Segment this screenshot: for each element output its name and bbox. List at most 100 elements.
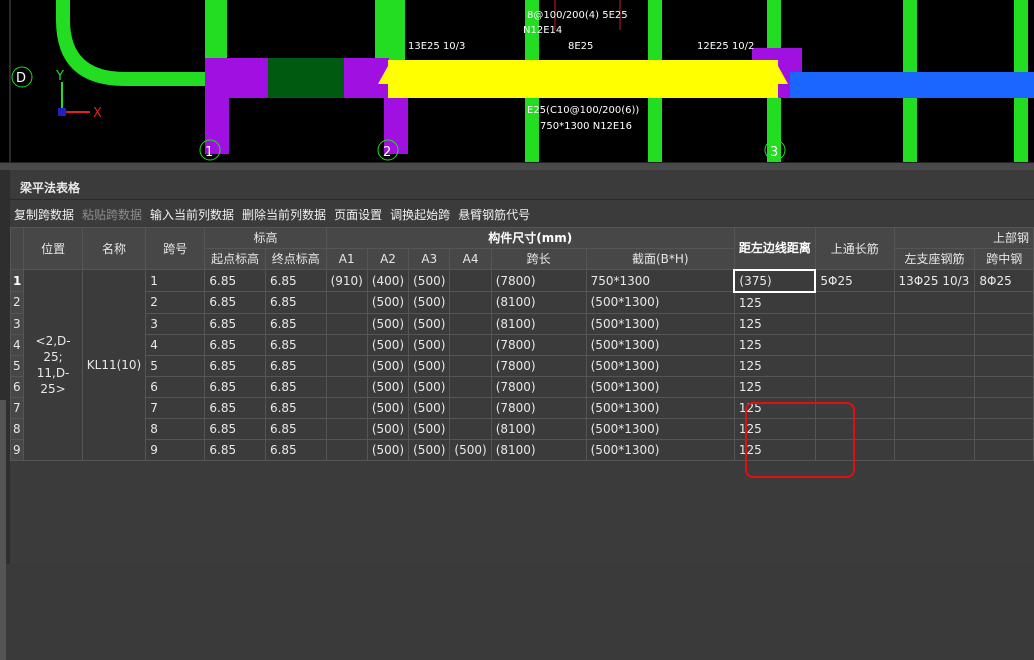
section-cell[interactable]: (500*1300) xyxy=(585,396,735,419)
a3-cell[interactable]: (500) xyxy=(408,333,451,356)
table-row[interactable]: 2 2 6.85 6.85 (500) (500) (8100) (500*1300) 125 xyxy=(10,291,1034,314)
span-length-cell[interactable]: (8100) xyxy=(490,417,587,440)
a1-cell[interactable] xyxy=(325,417,368,440)
delete-column-data-button[interactable]: 删除当前列数据 xyxy=(238,206,330,223)
top-through-rebar-cell[interactable] xyxy=(814,312,895,335)
position-cell[interactable]: <2,D-25; 11,D-25> xyxy=(23,269,83,461)
a2-cell[interactable]: (500) xyxy=(366,375,410,398)
col-header-position[interactable]: 位置 xyxy=(23,227,83,270)
span-no-cell[interactable]: 9 xyxy=(145,438,206,461)
mid-span-rebar-cell[interactable] xyxy=(974,291,1034,314)
span-no-cell[interactable]: 7 xyxy=(145,396,206,419)
span-length-cell[interactable]: (8100) xyxy=(490,438,587,461)
start-elevation-cell[interactable]: 6.85 xyxy=(204,291,266,314)
a2-cell[interactable]: (500) xyxy=(366,312,410,335)
col-header-dimensions[interactable]: 构件尺寸(mm) xyxy=(325,227,735,249)
a1-cell[interactable] xyxy=(325,333,368,356)
section-cell[interactable]: (500*1300) xyxy=(585,312,735,335)
a1-cell[interactable] xyxy=(325,354,368,377)
table-row[interactable]: 6 6 6.85 6.85 (500) (500) (7800) (500*1300) 125 xyxy=(10,375,1034,398)
paste-span-data-button[interactable]: 粘贴跨数据 xyxy=(78,206,146,223)
a2-cell[interactable]: (400) xyxy=(366,269,410,292)
start-elevation-cell[interactable]: 6.85 xyxy=(204,312,266,335)
a2-cell[interactable]: (500) xyxy=(366,333,410,356)
left-support-rebar-cell[interactable] xyxy=(893,417,976,440)
a4-cell[interactable] xyxy=(449,333,492,356)
name-cell[interactable]: KL11(10) xyxy=(81,269,147,461)
row-number[interactable]: 2 xyxy=(10,291,25,314)
col-header-top-rebar[interactable]: 上部钢 xyxy=(893,227,1034,249)
end-elevation-cell[interactable]: 6.85 xyxy=(264,396,327,419)
span-length-cell[interactable]: (7800) xyxy=(490,269,587,292)
start-elevation-cell[interactable]: 6.85 xyxy=(204,354,266,377)
col-header-a2[interactable]: A2 xyxy=(366,248,410,270)
a3-cell[interactable]: (500) xyxy=(408,312,451,335)
left-support-rebar-cell[interactable]: 13Φ25 10/3 xyxy=(893,269,976,292)
a2-cell[interactable]: (500) xyxy=(366,354,410,377)
section-cell[interactable]: (500*1300) xyxy=(585,291,735,314)
left-support-rebar-cell[interactable] xyxy=(893,333,976,356)
a4-cell[interactable] xyxy=(449,417,492,440)
left-edge-distance-cell[interactable]: 125 xyxy=(733,354,816,377)
start-elevation-cell[interactable]: 6.85 xyxy=(204,417,266,440)
splitter-bar[interactable] xyxy=(0,162,1034,170)
table-row[interactable]: 1 <2,D-25; 11,D-25> KL11(10) 1 6.85 6.85 (910)… xyxy=(10,268,1034,461)
left-edge-distance-cell[interactable]: 125 xyxy=(733,333,816,356)
a4-cell[interactable] xyxy=(449,396,492,419)
a4-cell[interactable] xyxy=(449,312,492,335)
cad-drawing[interactable]: Y X D 1 2 3 13E25 10/3 8E25 12E25 10/2 8… xyxy=(0,0,1034,162)
a2-cell[interactable]: (500) xyxy=(366,438,410,461)
col-header-name[interactable]: 名称 xyxy=(81,227,147,270)
left-edge-distance-cell[interactable]: 125 xyxy=(733,291,816,314)
section-cell[interactable]: (500*1300) xyxy=(585,417,735,440)
end-elevation-cell[interactable]: 6.85 xyxy=(264,438,327,461)
a4-cell[interactable] xyxy=(449,291,492,314)
table-row[interactable]: 3 3 6.85 6.85 (500) (500) (8100) (500*1300) 125 xyxy=(10,312,1034,335)
col-header-a3[interactable]: A3 xyxy=(408,248,451,270)
left-support-rebar-cell[interactable] xyxy=(893,396,976,419)
copy-span-data-button[interactable]: 复制跨数据 xyxy=(10,206,78,223)
row-number[interactable]: 6 xyxy=(10,375,25,398)
section-cell[interactable]: 750*1300 xyxy=(585,269,735,292)
a3-cell[interactable]: (500) xyxy=(408,396,451,419)
selected-beam[interactable] xyxy=(388,60,778,98)
row-number[interactable]: 9 xyxy=(10,438,25,461)
a3-cell[interactable]: (500) xyxy=(408,269,451,292)
a3-cell[interactable]: (500) xyxy=(408,354,451,377)
mid-span-rebar-cell[interactable] xyxy=(974,417,1034,440)
a4-cell[interactable]: (500) xyxy=(449,438,492,461)
top-through-rebar-cell[interactable] xyxy=(814,354,895,377)
table-row[interactable]: 5 5 6.85 6.85 (500) (500) (7800) (500*1300) 125 xyxy=(10,354,1034,377)
col-header-a4[interactable]: A4 xyxy=(449,248,492,270)
a3-cell[interactable]: (500) xyxy=(408,291,451,314)
span-length-cell[interactable]: (7800) xyxy=(490,375,587,398)
left-edge-distance-cell[interactable]: 125 xyxy=(733,312,816,335)
row-number[interactable]: 4 xyxy=(10,333,25,356)
a1-cell[interactable] xyxy=(325,438,368,461)
a3-cell[interactable]: (500) xyxy=(408,417,451,440)
row-number[interactable]: 5 xyxy=(10,354,25,377)
end-elevation-cell[interactable]: 6.85 xyxy=(264,291,327,314)
col-header-elevation[interactable]: 标高 xyxy=(204,227,327,249)
section-cell[interactable]: (500*1300) xyxy=(585,333,735,356)
a1-cell[interactable] xyxy=(325,375,368,398)
span-no-cell[interactable]: 1 xyxy=(145,269,206,292)
input-column-data-button[interactable]: 输入当前列数据 xyxy=(146,206,238,223)
col-header-end-elevation[interactable]: 终点标高 xyxy=(264,248,327,270)
row-number[interactable]: 7 xyxy=(10,396,25,419)
row-number[interactable]: 8 xyxy=(10,417,25,440)
left-edge-distance-cell[interactable]: 125 xyxy=(733,417,816,440)
span-no-cell[interactable]: 4 xyxy=(145,333,206,356)
mid-span-rebar-cell[interactable] xyxy=(974,438,1034,461)
table-row[interactable]: 4 4 6.85 6.85 (500) (500) (7800) (500*1300) 125 xyxy=(10,333,1034,356)
end-elevation-cell[interactable]: 6.85 xyxy=(264,333,327,356)
col-header-span-length[interactable]: 跨长 xyxy=(490,248,587,270)
end-elevation-cell[interactable]: 6.85 xyxy=(264,354,327,377)
table-row[interactable]: 9 9 6.85 6.85 (500) (500) (500) (8100) (500*1300… xyxy=(10,438,1034,461)
span-length-cell[interactable]: (7800) xyxy=(490,354,587,377)
top-through-rebar-cell[interactable] xyxy=(814,291,895,314)
a1-cell[interactable] xyxy=(325,396,368,419)
col-header-start-elevation[interactable]: 起点标高 xyxy=(204,248,266,270)
col-header-a1[interactable]: A1 xyxy=(325,248,368,270)
left-scrollbar[interactable] xyxy=(0,400,6,660)
